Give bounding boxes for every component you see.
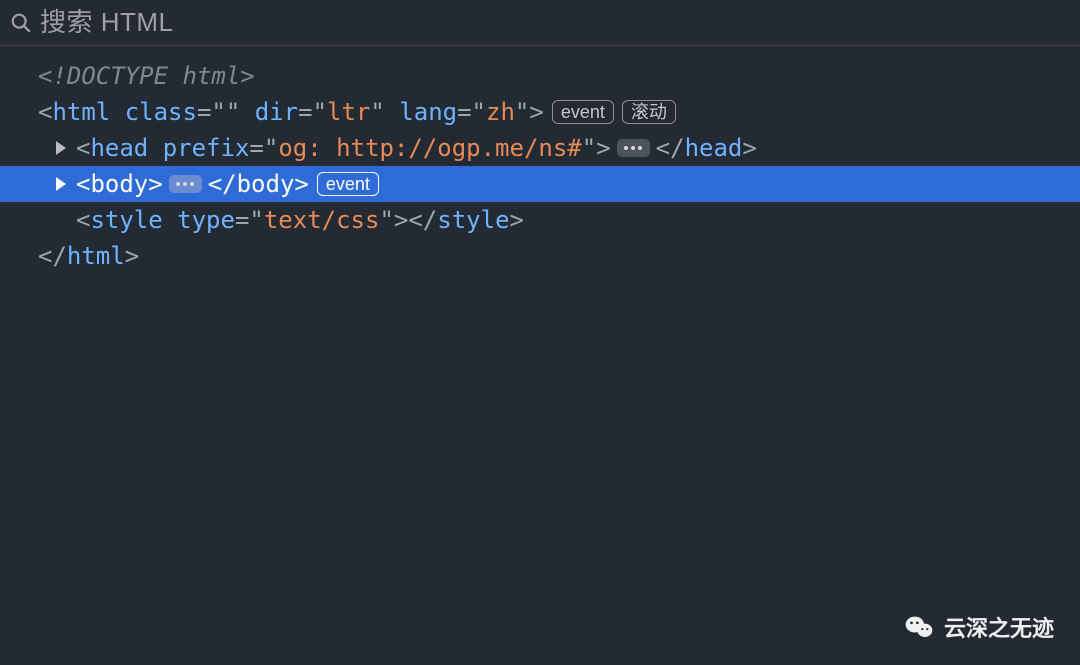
body-close-tag: body [237, 166, 295, 202]
head-attr-prefix-name: prefix [163, 130, 250, 166]
html-close-row[interactable]: </html> [0, 238, 1080, 274]
dom-search-input[interactable] [40, 7, 1070, 38]
dom-search-bar[interactable] [0, 0, 1080, 46]
style-attr-type-value: text/css [264, 202, 380, 238]
doctype-row[interactable]: <!DOCTYPE html> [0, 58, 1080, 94]
watermark: 云深之无迹 [904, 611, 1054, 643]
wechat-icon [904, 612, 934, 642]
html-attr-lang-name: lang [399, 94, 457, 130]
style-row[interactable]: <style type="text/css"></style> [0, 202, 1080, 238]
html-attr-dir-value: ltr [327, 94, 370, 130]
html-close-tag: html [67, 238, 125, 274]
event-badge[interactable]: event [317, 172, 379, 196]
body-row[interactable]: <body> </body> event [0, 166, 1080, 202]
event-badge[interactable]: event [552, 100, 614, 124]
html-attr-dir-name: dir [255, 94, 298, 130]
html-attr-lang-value: zh [486, 94, 515, 130]
expand-arrow-icon[interactable] [56, 177, 66, 191]
ellipsis-icon[interactable] [617, 139, 650, 157]
head-tag: head [90, 130, 148, 166]
search-icon [10, 12, 32, 34]
html-attr-class-name: class [125, 94, 197, 130]
expand-arrow-icon[interactable] [56, 141, 66, 155]
html-open-row[interactable]: <html class="" dir="ltr" lang="zh"> even… [0, 94, 1080, 130]
scroll-badge[interactable]: 滚动 [622, 100, 676, 124]
html-tag: html [52, 94, 110, 130]
style-attr-type-name: type [177, 202, 235, 238]
head-row[interactable]: <head prefix="og: http://ogp.me/ns#"> </… [0, 130, 1080, 166]
dom-tree: <!DOCTYPE html> <html class="" dir="ltr"… [0, 46, 1080, 274]
ellipsis-icon[interactable] [169, 175, 202, 193]
doctype-text: <!DOCTYPE html> [38, 58, 255, 94]
style-tag: style [90, 202, 162, 238]
style-close-tag: style [437, 202, 509, 238]
watermark-text: 云深之无迹 [944, 611, 1054, 643]
body-tag: body [90, 166, 148, 202]
head-attr-prefix-value: og: http://ogp.me/ns# [278, 130, 581, 166]
head-close-tag: head [685, 130, 743, 166]
